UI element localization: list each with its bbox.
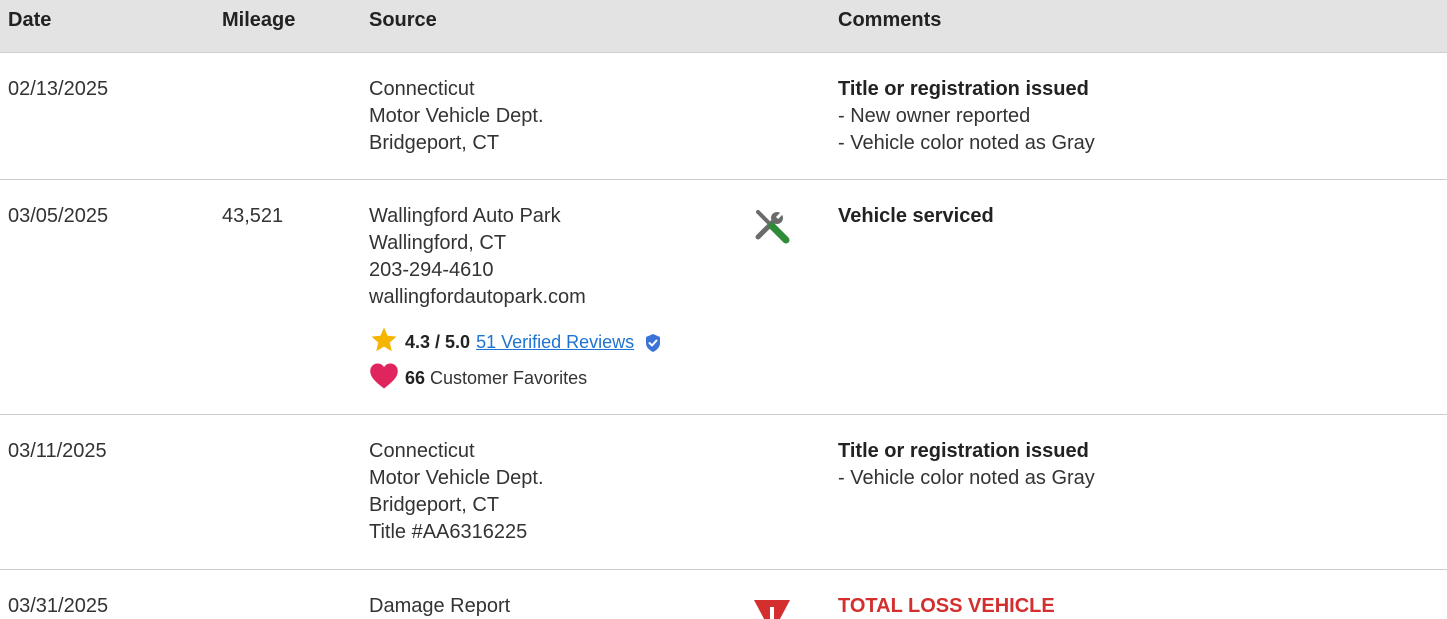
row-date: 03/05/2025 [8,205,109,227]
source-line: Wallingford, CT [369,232,507,254]
row-source: Damage Report [369,593,510,619]
row-comments: Title or registration issued - Vehicle c… [838,438,1095,492]
row-date: 02/13/2025 [8,78,109,100]
warning-icon [752,598,792,619]
comment-item: - Vehicle color noted as Gray [838,132,1095,154]
table-row: 03/31/2025 Damage Report TOTAL LOSS VEHI… [0,570,1447,619]
verified-shield-icon [644,333,662,353]
source-line: Bridgeport, CT [369,132,500,154]
header-mileage: Mileage [222,9,296,31]
source-line[interactable]: 203-294-4610 [369,257,586,284]
comment-title: Title or registration issued [838,78,1089,100]
rating-score: 4.3 / 5.0 [405,332,471,352]
row-date: 03/31/2025 [8,595,109,617]
source-line: Connecticut [369,78,475,100]
header-source: Source [369,9,437,31]
table-row: 02/13/2025 Connecticut Motor Vehicle Dep… [0,53,1447,180]
row-comments: TOTAL LOSS VEHICLE [838,593,1055,619]
comment-title: Title or registration issued [838,440,1089,462]
rating-line: 4.3 / 5.0 51 Verified Reviews [369,325,662,360]
verified-reviews-link[interactable]: 51 Verified Reviews [476,332,634,353]
comment-item: - Vehicle color noted as Gray [838,467,1095,489]
favorites-label: Customer Favorites [430,368,588,388]
source-line: Motor Vehicle Dept. [369,105,544,127]
row-comments: Vehicle serviced [838,203,994,230]
header-date: Date [8,9,52,31]
favorites-line: 66 Customer Favorites [369,362,587,395]
table-row: 03/11/2025 Connecticut Motor Vehicle Dep… [0,415,1447,570]
row-date: 03/11/2025 [8,440,107,462]
vehicle-history-table: Date Mileage Source Comments 02/13/2025 … [0,0,1447,619]
wrench-screwdriver-icon [752,205,792,245]
row-source: Connecticut Motor Vehicle Dept. Bridgepo… [369,76,544,157]
table-header: Date Mileage Source Comments [0,0,1447,53]
source-line: Title #AA6316225 [369,521,528,543]
table-row: 03/05/2025 43,521 Wallingford Auto Park … [0,180,1447,415]
source-line: Motor Vehicle Dept. [369,467,544,489]
heart-icon [369,362,399,395]
source-line: Damage Report [369,595,511,617]
row-source: Wallingford Auto Park Wallingford, CT 20… [369,203,586,311]
comment-item: - New owner reported [838,105,1031,127]
total-loss-label: TOTAL LOSS VEHICLE [838,595,1055,617]
favorites-count: 66 [405,368,426,388]
row-source: Connecticut Motor Vehicle Dept. Bridgepo… [369,438,544,546]
comment-title: Vehicle serviced [838,205,994,227]
source-line: Wallingford Auto Park [369,205,561,227]
source-website-link[interactable]: wallingfordautopark.com [369,284,586,311]
row-comments: Title or registration issued - New owner… [838,76,1095,157]
source-line: Connecticut [369,440,475,462]
source-line: Bridgeport, CT [369,494,500,516]
star-icon [369,325,399,360]
row-mileage: 43,521 [222,205,284,227]
header-comments: Comments [838,9,942,31]
